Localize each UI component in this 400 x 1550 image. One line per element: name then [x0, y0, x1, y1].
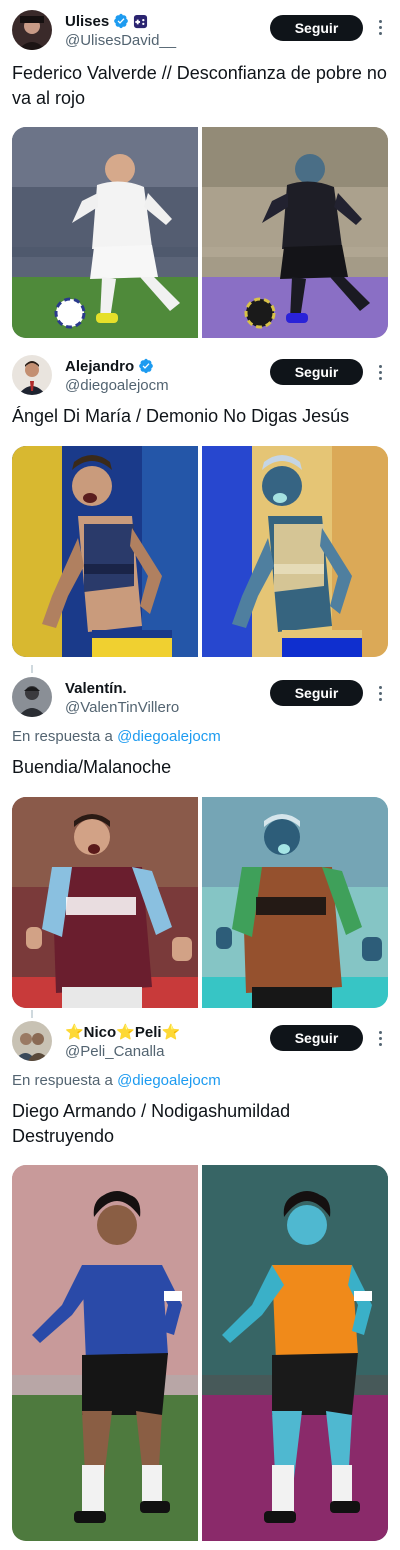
verified-badge-icon	[114, 13, 129, 29]
football-player-inverted-photo[interactable]	[202, 446, 388, 657]
tweet[interactable]: Valentín. @ValenTinVillero Seguir En res…	[0, 665, 400, 1010]
football-player-original-photo[interactable]	[12, 446, 198, 657]
reply-mention-link[interactable]: @diegoalejocm	[117, 1072, 221, 1089]
follow-button[interactable]: Seguir	[270, 15, 363, 41]
display-name[interactable]: Ulises	[65, 13, 109, 30]
more-options-icon[interactable]	[374, 17, 386, 37]
game-controller-badge-icon	[134, 14, 148, 28]
football-player-inverted-photo[interactable]	[202, 127, 388, 338]
tweet-text: Buendia/Malanoche	[12, 757, 172, 777]
display-name[interactable]: ⭐Nico⭐Peli⭐	[65, 1023, 180, 1041]
avatar[interactable]	[12, 677, 52, 717]
more-options-icon[interactable]	[374, 362, 386, 382]
tweet-text: Diego Armando / Nodigashumildad Destruye…	[12, 1101, 291, 1146]
display-name[interactable]: Alejandro	[65, 358, 134, 375]
tweet[interactable]: Ulises @UlisesDavid__ Seguir Federico Va…	[0, 0, 400, 345]
tweet-media[interactable]	[12, 1165, 388, 1541]
football-player-inverted-photo[interactable]	[202, 797, 388, 1008]
avatar[interactable]	[12, 10, 52, 50]
follow-button[interactable]: Seguir	[270, 359, 363, 385]
thread-connector-line	[31, 1010, 33, 1018]
football-player-original-photo[interactable]	[12, 1165, 198, 1541]
tweet-text: Federico Valverde // Desconfianza de pob…	[12, 63, 387, 108]
follow-button[interactable]: Seguir	[270, 1025, 363, 1051]
tweet[interactable]: ⭐Nico⭐Peli⭐ @Peli_Canalla Seguir En resp…	[0, 1010, 400, 1550]
reply-context: En respuesta a @diegoalejocm	[12, 728, 221, 745]
user-handle[interactable]: @diegoalejocm	[65, 376, 169, 396]
avatar[interactable]	[12, 1021, 52, 1061]
tweet[interactable]: Alejandro @diegoalejocm Seguir Ángel Di …	[0, 345, 400, 665]
reply-prefix: En respuesta a	[12, 1072, 113, 1089]
verified-badge-icon	[139, 358, 154, 374]
tweet-text: Ángel Di María / Demonio No Digas Jesús	[12, 406, 350, 426]
tweet-media[interactable]	[12, 797, 388, 1008]
reply-prefix: En respuesta a	[12, 728, 113, 745]
user-handle[interactable]: @Peli_Canalla	[65, 1042, 180, 1062]
user-handle[interactable]: @ValenTinVillero	[65, 698, 179, 718]
football-player-inverted-photo[interactable]	[202, 1165, 388, 1541]
tweet-media[interactable]	[12, 446, 388, 657]
avatar[interactable]	[12, 355, 52, 395]
reply-context: En respuesta a @diegoalejocm	[12, 1072, 221, 1089]
more-options-icon[interactable]	[374, 683, 386, 703]
follow-button[interactable]: Seguir	[270, 680, 363, 706]
user-handle[interactable]: @UlisesDavid__	[65, 31, 176, 51]
display-name[interactable]: Valentín.	[65, 680, 127, 697]
more-options-icon[interactable]	[374, 1028, 386, 1048]
football-player-original-photo[interactable]	[12, 797, 198, 1008]
thread-connector-line	[31, 665, 33, 673]
reply-mention-link[interactable]: @diegoalejocm	[117, 728, 221, 745]
football-player-original-photo[interactable]	[12, 127, 198, 338]
tweet-media[interactable]	[12, 127, 388, 338]
